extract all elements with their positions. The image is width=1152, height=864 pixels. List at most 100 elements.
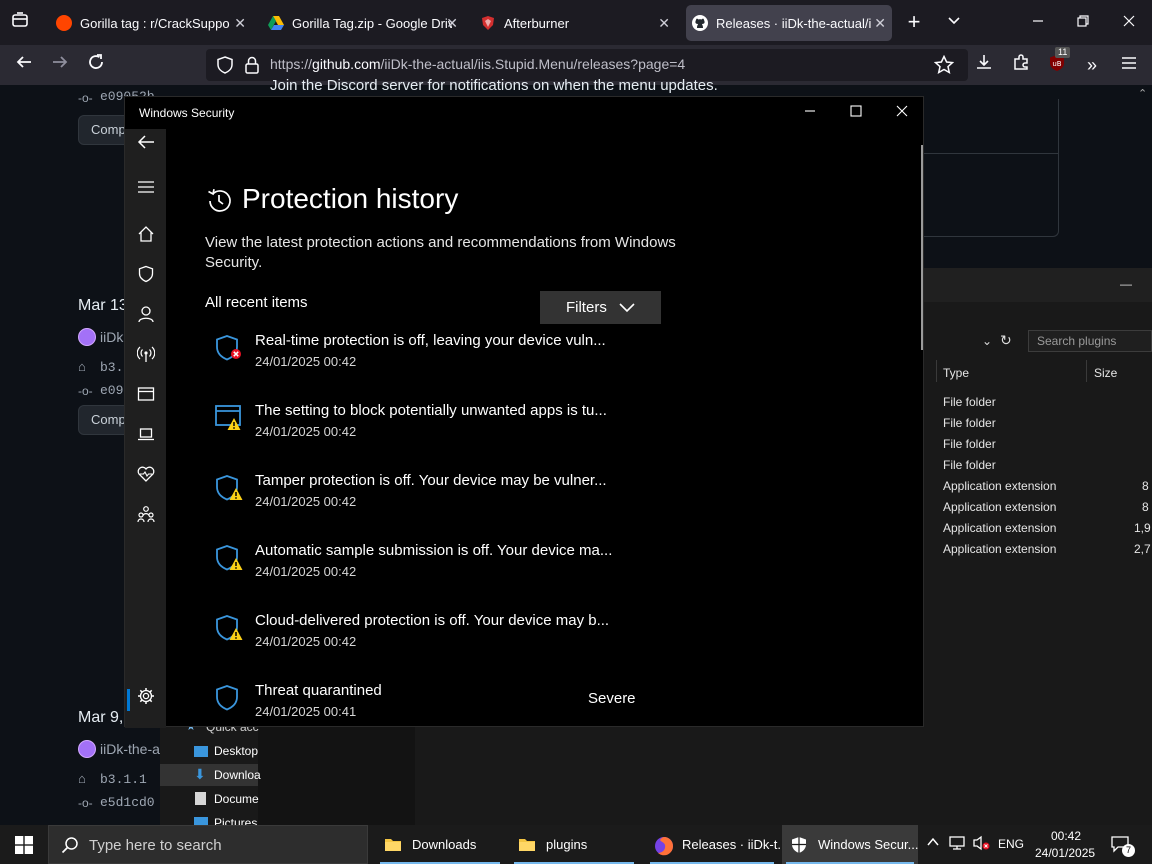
clock-date[interactable]: 24/01/2025 xyxy=(1035,846,1095,860)
close-icon[interactable] xyxy=(879,101,925,125)
nav-item-downloads[interactable]: Downloa xyxy=(214,768,261,782)
tracking-shield-icon[interactable] xyxy=(216,56,234,79)
refresh-icon[interactable]: ↻ xyxy=(1000,332,1012,349)
release-tag[interactable]: b3.1.1 xyxy=(100,772,147,787)
folder-icon xyxy=(518,836,536,854)
taskbar-app-windows-security[interactable]: Windows Secur... xyxy=(782,825,918,864)
shield-warning-icon xyxy=(214,542,244,576)
history-item[interactable]: Automatic sample submission is off. Your… xyxy=(214,542,914,590)
ublock-icon[interactable]: uB 11 xyxy=(1045,47,1071,77)
file-type[interactable]: File folder xyxy=(943,458,996,472)
start-button[interactable] xyxy=(0,825,48,864)
file-type[interactable]: File folder xyxy=(943,416,996,430)
tag-icon: ⌂ xyxy=(78,359,86,374)
history-item[interactable]: The setting to block potentially unwante… xyxy=(214,402,914,450)
home-icon[interactable] xyxy=(134,225,158,249)
history-item[interactable]: Tamper protection is off. Your device ma… xyxy=(214,472,914,520)
close-icon[interactable]: ✕ xyxy=(446,15,458,32)
release-box-border xyxy=(923,99,1059,237)
back-arrow-icon[interactable] xyxy=(134,133,158,157)
settings-gear-icon[interactable] xyxy=(134,687,158,711)
tab-github-releases[interactable]: Releases · iiDk-the-actual/iis. ✕ xyxy=(686,5,892,41)
language-indicator[interactable]: ENG xyxy=(998,837,1024,851)
notification-center-icon[interactable]: 7 xyxy=(1110,835,1135,858)
minimize-icon[interactable] xyxy=(787,101,833,125)
explorer-lower-area xyxy=(924,558,1152,726)
tab-label: Releases · iiDk-the-actual/iis. xyxy=(716,15,872,31)
new-tab-icon[interactable]: + xyxy=(902,10,926,34)
search-field[interactable]: Search plugins xyxy=(1028,330,1152,352)
volume-muted-icon[interactable] xyxy=(972,835,990,856)
taskbar-app-downloads[interactable]: Downloads xyxy=(376,825,504,864)
tab-afterburner[interactable]: Afterburner ✕ xyxy=(476,5,676,41)
folder-icon xyxy=(384,836,402,854)
clock-time[interactable]: 00:42 xyxy=(1051,829,1081,843)
hamburger-menu-icon[interactable] xyxy=(134,177,158,201)
release-tag[interactable]: b3. xyxy=(100,360,123,375)
column-header-size[interactable]: Size xyxy=(1094,366,1117,380)
app-label: plugins xyxy=(546,837,588,852)
downloads-icon[interactable] xyxy=(972,53,996,77)
taskbar-search-box[interactable]: Type here to search xyxy=(48,825,368,864)
commit-hash[interactable]: e5d1cd0 xyxy=(100,795,155,810)
restore-icon[interactable] xyxy=(1071,10,1095,34)
taskbar-app-plugins[interactable]: plugins xyxy=(510,825,638,864)
severity-badge: Severe xyxy=(588,690,636,707)
file-type[interactable]: Application extension xyxy=(943,542,1056,556)
file-type[interactable]: File folder xyxy=(943,395,996,409)
extensions-icon[interactable] xyxy=(1009,53,1033,77)
account-icon[interactable] xyxy=(134,305,158,329)
family-options-icon[interactable] xyxy=(134,505,158,529)
maximize-icon[interactable] xyxy=(833,101,879,125)
close-icon[interactable]: ✕ xyxy=(234,15,246,32)
device-health-icon[interactable] xyxy=(134,465,158,489)
page-description: View the latest protection actions and r… xyxy=(205,234,676,271)
scrollbar[interactable] xyxy=(921,145,923,350)
scroll-up-icon[interactable]: ⌃ xyxy=(1138,87,1147,100)
file-type[interactable]: Application extension xyxy=(943,521,1056,535)
protection-history-panel: Protection history View the latest prote… xyxy=(166,129,925,728)
minimize-icon[interactable] xyxy=(1026,10,1050,34)
reload-icon[interactable] xyxy=(84,53,108,77)
firefox-view-icon[interactable] xyxy=(8,10,32,34)
nav-item-documents[interactable]: Docume xyxy=(214,792,259,806)
desktop-icon xyxy=(194,746,208,757)
menu-hamburger-icon[interactable] xyxy=(1117,53,1141,77)
shield-icon[interactable] xyxy=(134,265,158,289)
history-item[interactable]: Real-time protection is off, leaving you… xyxy=(214,332,914,380)
close-icon[interactable]: ✕ xyxy=(658,15,670,32)
file-type[interactable]: File folder xyxy=(943,437,996,451)
address-dropdown-icon[interactable]: ⌄ xyxy=(982,334,992,348)
tab-google-drive[interactable]: Gorilla Tag.zip - Google Drive ✕ xyxy=(264,5,464,41)
tab-reddit[interactable]: Gorilla tag : r/CrackSupport ✕ xyxy=(52,5,252,41)
history-item[interactable]: Cloud-delivered protection is off. Your … xyxy=(214,612,914,660)
filters-button[interactable]: Filters xyxy=(540,291,661,324)
history-item[interactable]: Threat quarantined 24/01/2025 00:41 Seve… xyxy=(214,682,914,730)
explorer-bottom-area xyxy=(258,726,415,825)
release-author[interactable]: iiDk-the-a xyxy=(100,741,160,757)
bookmark-star-icon[interactable] xyxy=(933,54,955,80)
show-hidden-icons-chevron[interactable] xyxy=(926,835,940,854)
shield-error-icon xyxy=(214,332,244,366)
overflow-chevron-icon[interactable]: » xyxy=(1080,53,1104,77)
device-security-icon[interactable] xyxy=(134,425,158,449)
taskbar-app-firefox[interactable]: Releases · iiDk-t... xyxy=(646,825,788,864)
file-type[interactable]: Application extension xyxy=(943,500,1056,514)
network-icon[interactable] xyxy=(948,835,966,856)
minimize-icon[interactable]: — xyxy=(1120,277,1132,291)
commit-icon: -o- xyxy=(78,796,93,810)
nav-item-desktop[interactable]: Desktop xyxy=(214,744,258,758)
forward-arrow-icon[interactable] xyxy=(48,53,72,77)
file-type[interactable]: Application extension xyxy=(943,479,1056,493)
commit-hash[interactable]: e09 xyxy=(100,383,123,398)
back-arrow-icon[interactable] xyxy=(12,53,36,77)
close-window-icon[interactable] xyxy=(1117,10,1141,34)
filters-label: Filters xyxy=(565,299,607,316)
firewall-network-icon[interactable] xyxy=(134,345,158,369)
release-author[interactable]: iiDk xyxy=(100,329,123,345)
column-header-type[interactable]: Type xyxy=(943,366,969,380)
app-browser-control-icon[interactable] xyxy=(134,385,158,409)
list-tabs-icon[interactable] xyxy=(942,10,966,34)
lock-icon[interactable] xyxy=(244,56,260,79)
close-icon[interactable]: ✕ xyxy=(874,15,886,32)
